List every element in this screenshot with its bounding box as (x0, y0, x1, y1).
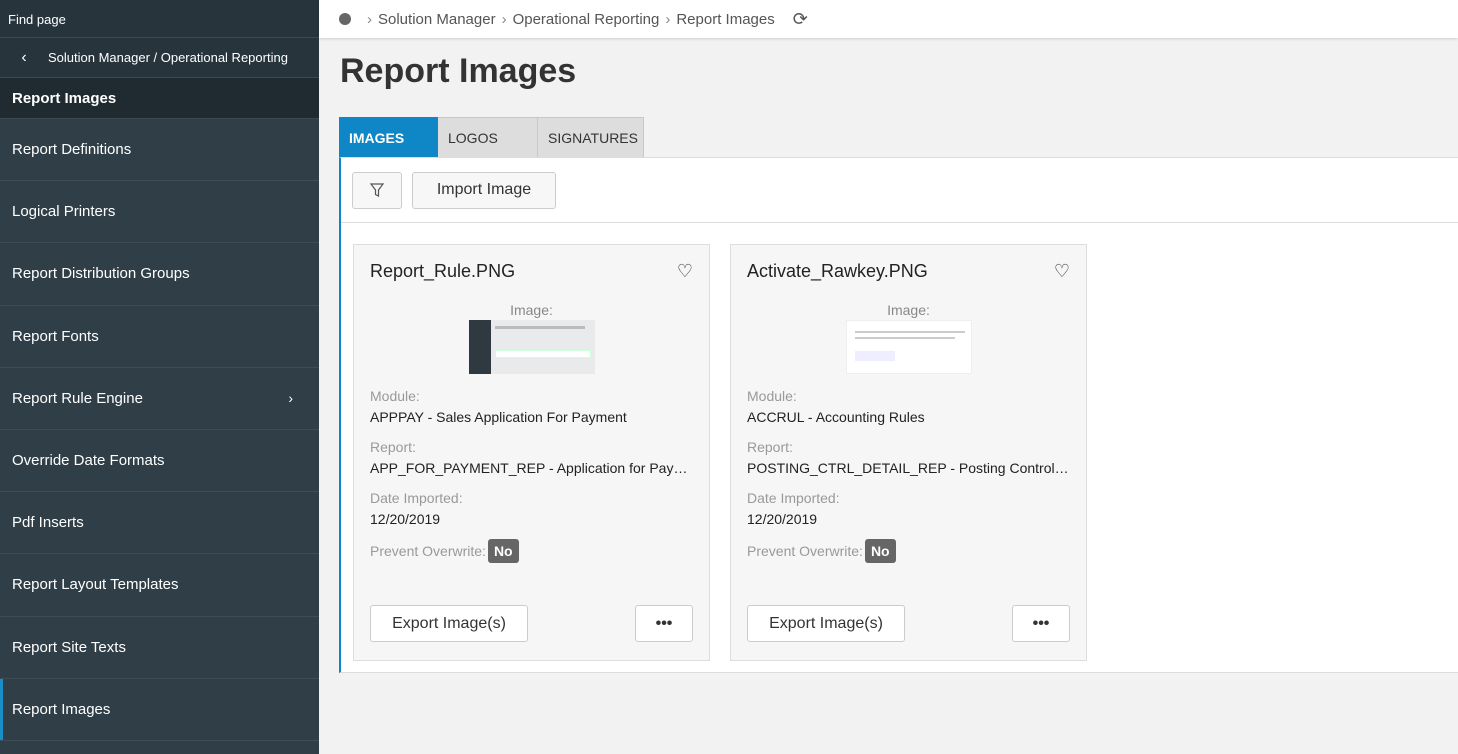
module-label: Module: (370, 388, 420, 404)
prevent-overwrite-row: Prevent Overwrite: No (747, 539, 1070, 563)
sidebar-item-logical-printers[interactable]: Logical Printers (0, 181, 319, 244)
breadcrumb-item[interactable]: Solution Manager (378, 11, 496, 28)
sidebar-item-report-rule-engine[interactable]: Report Rule Engine › (0, 368, 319, 430)
report-label: Report: (370, 439, 416, 455)
images-panel: Import Image Report_Rule.PNG ♡ Image: Mo… (339, 157, 1458, 673)
sidebar-item-label: Report Distribution Groups (12, 265, 190, 283)
sidebar-item-report-site-texts[interactable]: Report Site Texts (0, 617, 319, 679)
sidebar-item-report-distribution-groups[interactable]: Report Distribution Groups (0, 243, 319, 306)
module-label: Module: (747, 388, 797, 404)
chevron-right-icon: › (501, 10, 507, 28)
page-title: Report Images (340, 52, 577, 90)
date-imported-label: Date Imported: (370, 490, 463, 506)
tab-bar: IMAGES LOGOS SIGNATURES (339, 117, 644, 157)
sidebar-item-report-layout-templates[interactable]: Report Layout Templates (0, 554, 319, 617)
sidebar-item-pdf-inserts[interactable]: Pdf Inserts (0, 492, 319, 555)
breadcrumb-item[interactable]: Operational Reporting (513, 11, 660, 28)
image-label: Image: (510, 302, 553, 318)
chevron-left-icon[interactable]: ‹ (0, 49, 48, 67)
chevron-right-icon: › (665, 10, 671, 28)
status-badge: No (864, 539, 896, 563)
status-badge: No (487, 539, 519, 563)
card-title: Report_Rule.PNG (370, 261, 516, 281)
prevent-overwrite-row: Prevent Overwrite: No (370, 539, 693, 563)
image-thumbnail[interactable] (845, 320, 972, 374)
filter-icon (369, 183, 385, 197)
sidebar-item-label: Report Rule Engine (12, 389, 143, 407)
tab-signatures[interactable]: SIGNATURES (538, 117, 644, 157)
date-imported-label: Date Imported: (747, 490, 840, 506)
sidebar-item-report-definitions[interactable]: Report Definitions (0, 119, 319, 182)
heart-icon[interactable]: ♡ (1054, 261, 1070, 282)
tab-images[interactable]: IMAGES (339, 117, 438, 157)
sidebar-item-label: Pdf Inserts (12, 514, 84, 532)
date-imported-value: 12/20/2019 (747, 511, 818, 527)
refresh-icon[interactable]: ⟳ (793, 9, 808, 30)
prevent-overwrite-label: Prevent Overwrite: (747, 543, 863, 559)
sidebar-item-label: Report Definitions (12, 141, 132, 159)
import-image-button[interactable]: Import Image (412, 171, 556, 209)
prevent-overwrite-label: Prevent Overwrite: (370, 543, 486, 559)
filter-button[interactable] (352, 171, 402, 209)
sidebar: Find page ‹ Solution Manager / Operation… (0, 0, 319, 754)
sidebar-item-label: Report Layout Templates (12, 576, 179, 594)
more-options-button[interactable]: ••• (635, 605, 693, 642)
image-thumbnail[interactable] (468, 320, 595, 374)
breadcrumb: › Solution Manager › Operational Reporti… (319, 0, 1458, 38)
sidebar-item-label: Report Site Texts (12, 638, 126, 656)
card-actions: Export Image(s) ••• (370, 605, 693, 642)
sidebar-item-label: Report Images (12, 700, 111, 718)
sidebar-item-label: Override Date Formats (12, 452, 165, 470)
export-images-button[interactable]: Export Image(s) (370, 605, 528, 642)
report-value: POSTING_CTRL_DETAIL_REP - Posting Contro… (747, 460, 1070, 476)
chevron-right-icon: › (367, 10, 372, 28)
find-page-input[interactable]: Find page (0, 0, 319, 38)
sidebar-item-report-fonts[interactable]: Report Fonts (0, 306, 319, 368)
sidebar-item-label: Report Fonts (12, 327, 99, 345)
module-value: ACCRUL - Accounting Rules (747, 409, 925, 425)
chevron-right-icon: › (288, 390, 293, 407)
report-value: APP_FOR_PAYMENT_REP - Application for Pa… (370, 460, 693, 476)
sidebar-item-report-images[interactable]: Report Images (0, 678, 319, 741)
breadcrumb-item: Report Images (676, 10, 775, 28)
sidebar-item-override-date-formats[interactable]: Override Date Formats (0, 430, 319, 493)
image-card[interactable]: Activate_Rawkey.PNG ♡ Image: Module: ACC… (730, 244, 1087, 661)
back-label: Solution Manager / Operational Reporting (48, 50, 288, 65)
export-images-button[interactable]: Export Image(s) (747, 605, 905, 642)
heart-icon[interactable]: ♡ (677, 261, 693, 282)
sidebar-item-label: Logical Printers (12, 203, 116, 221)
report-label: Report: (747, 439, 793, 455)
tab-logos[interactable]: LOGOS (438, 117, 538, 157)
card-actions: Export Image(s) ••• (747, 605, 1070, 642)
date-imported-value: 12/20/2019 (370, 511, 441, 527)
image-label: Image: (887, 302, 930, 318)
back-navigation[interactable]: ‹ Solution Manager / Operational Reporti… (0, 38, 319, 78)
module-value: APPPAY - Sales Application For Payment (370, 409, 627, 425)
more-options-button[interactable]: ••• (1012, 605, 1070, 642)
image-card[interactable]: Report_Rule.PNG ♡ Image: Module: APPPAY … (353, 244, 710, 661)
home-dot-icon[interactable] (339, 13, 351, 25)
sidebar-current-title: Report Images (0, 78, 319, 119)
toolbar: Import Image (341, 158, 1458, 223)
card-title: Activate_Rawkey.PNG (747, 261, 928, 281)
